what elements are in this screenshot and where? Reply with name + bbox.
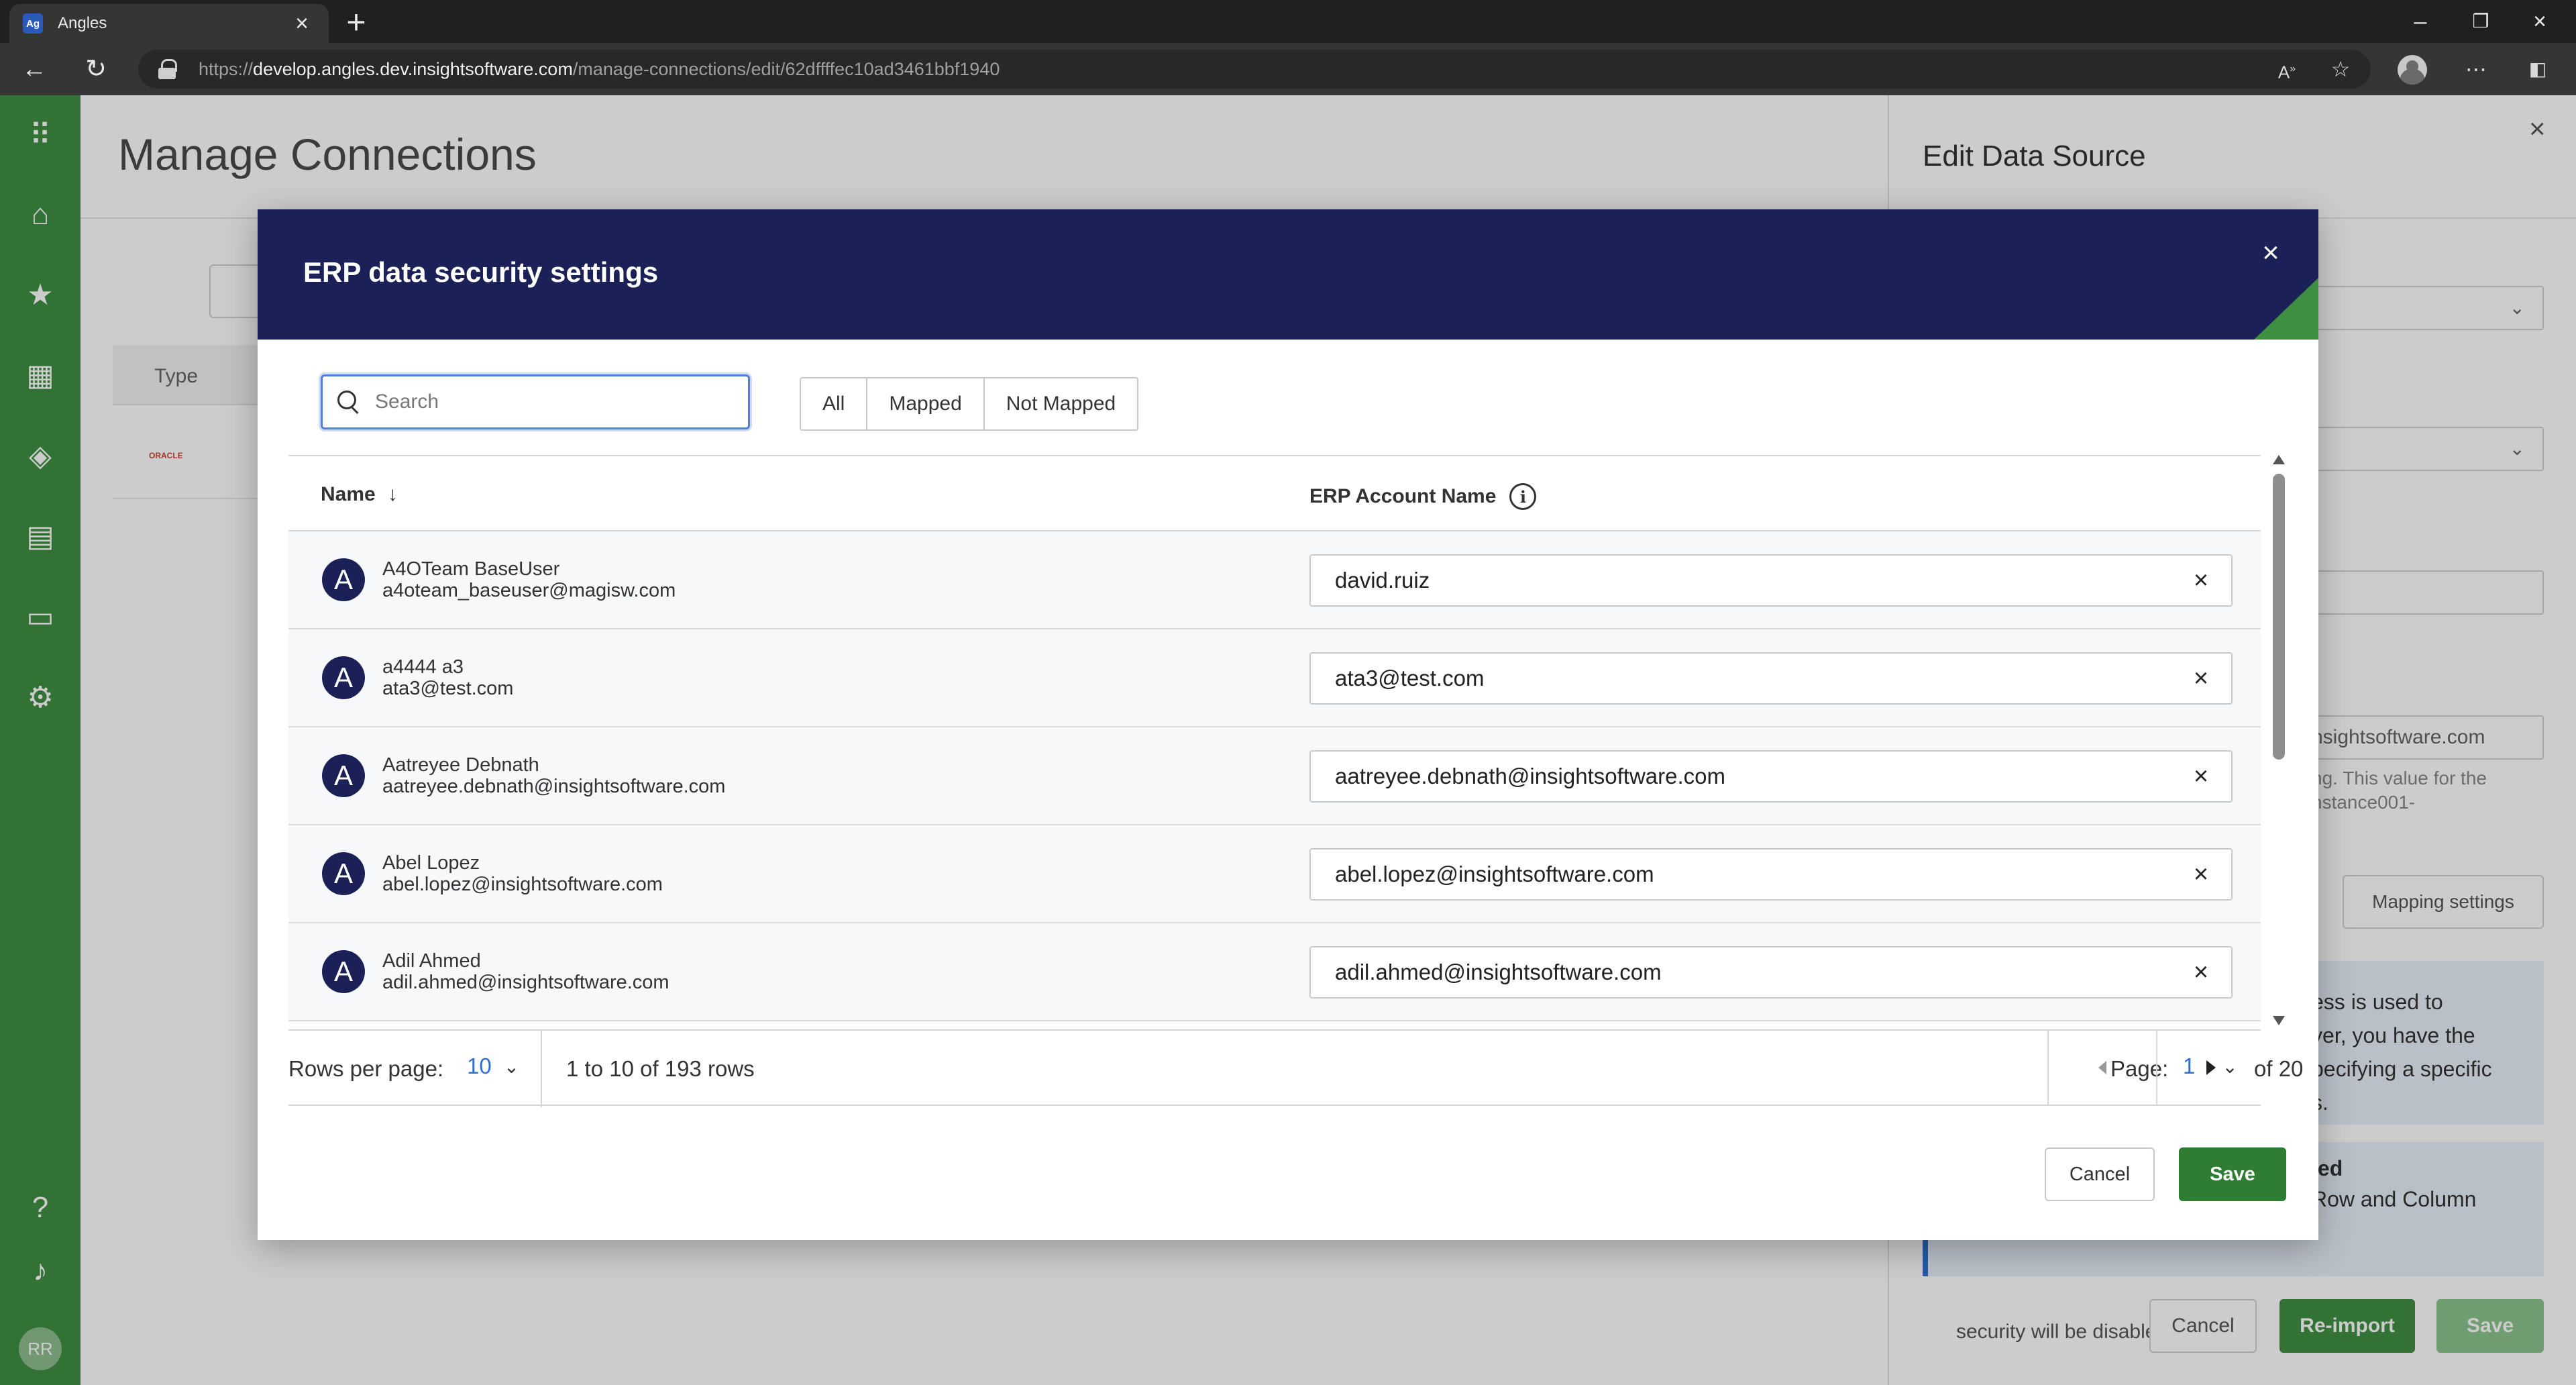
modal-save-button[interactable]: Save — [2179, 1147, 2286, 1201]
search-icon — [337, 391, 360, 413]
table-row: A a4444 a3 ata3@test.com × — [288, 629, 2261, 727]
user-name: Abel Lopez — [382, 852, 480, 874]
erp-account-input[interactable] — [1335, 666, 2140, 691]
new-tab-icon[interactable]: + — [339, 5, 373, 39]
erp-account-field[interactable]: × — [1309, 848, 2233, 901]
rows-per-page-select[interactable]: 10 ⌄ — [467, 1054, 519, 1079]
next-page-button[interactable] — [2157, 1029, 2265, 1106]
table-row: A Abel Lopez abel.lopez@insightsoftware.… — [288, 825, 2261, 923]
scrollbar-thumb[interactable] — [2273, 474, 2285, 760]
name-column-header[interactable]: Name ↓ — [321, 483, 398, 506]
minimize-icon[interactable]: – — [2400, 5, 2440, 38]
search-input[interactable] — [375, 391, 737, 413]
clear-icon[interactable]: × — [2186, 663, 2216, 694]
erp-account-field[interactable]: × — [1309, 652, 2233, 705]
user-email: a4oteam_baseuser@magisw.com — [382, 580, 676, 601]
user-email: ata3@test.com — [382, 678, 514, 699]
browser-address-bar: ← ↻ https://develop.angles.dev.insightso… — [0, 43, 2576, 95]
back-icon[interactable]: ← — [16, 51, 52, 87]
modal-cancel-button[interactable]: Cancel — [2045, 1147, 2155, 1201]
table-row: A Aatreyee Debnath aatreyee.debnath@insi… — [288, 727, 2261, 825]
name-column-label: Name — [321, 483, 376, 505]
filter-all-button[interactable]: All — [801, 378, 868, 429]
user-mapping-table: Name ↓ ERP Account Name i A A4OTeam Base… — [288, 455, 2261, 1027]
user-name: Aatreyee Debnath — [382, 754, 539, 776]
erp-account-field[interactable]: × — [1309, 750, 2233, 803]
angles-favicon-icon: Ag — [23, 13, 43, 34]
previous-page-button[interactable] — [2049, 1029, 2156, 1106]
caret-right-icon — [2206, 1060, 2216, 1075]
chevron-down-icon: ⌄ — [503, 1056, 520, 1077]
user-search-box[interactable] — [321, 374, 750, 429]
row-range-text: 1 to 10 of 193 rows — [566, 1056, 755, 1081]
lock-icon — [158, 59, 177, 79]
sort-arrow-down-icon: ↓ — [387, 483, 398, 505]
erp-account-input[interactable] — [1335, 568, 2140, 593]
user-name: A4OTeam BaseUser — [382, 558, 560, 580]
favorite-star-icon[interactable]: ☆ — [2322, 51, 2359, 87]
tab-title: Angles — [58, 14, 107, 32]
scroll-down-arrow-icon[interactable] — [2273, 1016, 2285, 1025]
read-aloud-icon[interactable]: A» — [2269, 51, 2305, 87]
erp-account-input[interactable] — [1335, 960, 2140, 985]
table-header: Name ↓ ERP Account Name i — [288, 456, 2261, 531]
user-avatar: A — [322, 852, 365, 895]
url-field[interactable]: https://develop.angles.dev.insightsoftwa… — [138, 50, 2371, 89]
browser-tab-bar: Ag Angles × + – ❐ × — [0, 0, 2576, 43]
reload-icon[interactable]: ↻ — [78, 51, 114, 87]
erp-account-input[interactable] — [1335, 764, 2140, 789]
user-avatar: A — [322, 656, 365, 699]
user-email: abel.lopez@insightsoftware.com — [382, 874, 663, 895]
table-row: A A4OTeam BaseUser a4oteam_baseuser@magi… — [288, 531, 2261, 629]
user-name: a4444 a3 — [382, 656, 464, 678]
clear-icon[interactable]: × — [2186, 761, 2216, 792]
table-row: A Adil Ahmed adil.ahmed@insightsoftware.… — [288, 923, 2261, 1021]
modal-title: ERP data security settings — [303, 256, 659, 288]
modal-header: ERP data security settings × — [258, 209, 2318, 340]
filter-not-mapped-button[interactable]: Not Mapped — [984, 378, 1138, 429]
user-avatar: A — [322, 754, 365, 797]
more-menu-icon[interactable]: ⋯ — [2458, 51, 2494, 87]
browser-tab[interactable]: Ag Angles × — [9, 4, 329, 43]
user-avatar: A — [322, 558, 365, 601]
restore-icon[interactable]: ❐ — [2461, 5, 2501, 38]
erp-account-field[interactable]: × — [1309, 946, 2233, 998]
corner-accent — [2254, 278, 2318, 340]
user-email: adil.ahmed@insightsoftware.com — [382, 972, 669, 993]
window-close-icon[interactable]: × — [2520, 5, 2560, 38]
info-icon[interactable]: i — [1509, 483, 1537, 510]
erp-account-column-label: ERP Account Name — [1309, 485, 1497, 507]
rows-per-page-value: 10 — [467, 1054, 492, 1078]
erp-account-field[interactable]: × — [1309, 554, 2233, 607]
mapping-filter-group: All Mapped Not Mapped — [800, 377, 1139, 431]
pagination-bar: Rows per page: 10 ⌄ 1 to 10 of 193 rows … — [288, 1029, 2303, 1107]
table-scrollbar[interactable] — [2266, 455, 2290, 1027]
clear-icon[interactable]: × — [2186, 565, 2216, 596]
tab-close-icon[interactable]: × — [288, 11, 315, 37]
erp-account-column-header: ERP Account Name i — [1309, 483, 1537, 510]
clear-icon[interactable]: × — [2186, 859, 2216, 890]
erp-security-modal: ERP data security settings × All Mapped … — [258, 209, 2318, 1240]
url-text: https://develop.angles.dev.insightsoftwa… — [199, 58, 1000, 79]
filter-mapped-button[interactable]: Mapped — [867, 378, 985, 429]
rows-per-page-label: Rows per page: — [288, 1056, 444, 1081]
profile-avatar-icon[interactable] — [2398, 55, 2427, 85]
user-name: Adil Ahmed — [382, 950, 481, 972]
divider — [541, 1031, 542, 1107]
modal-close-icon[interactable]: × — [2254, 236, 2288, 270]
sidebar-toggle-icon[interactable]: ◧ — [2520, 51, 2556, 87]
scroll-up-arrow-icon[interactable] — [2273, 455, 2285, 464]
erp-account-input[interactable] — [1335, 862, 2140, 887]
clear-icon[interactable]: × — [2186, 957, 2216, 988]
user-email: aatreyee.debnath@insightsoftware.com — [382, 776, 726, 797]
caret-left-icon — [2098, 1061, 2106, 1074]
user-avatar: A — [322, 950, 365, 993]
